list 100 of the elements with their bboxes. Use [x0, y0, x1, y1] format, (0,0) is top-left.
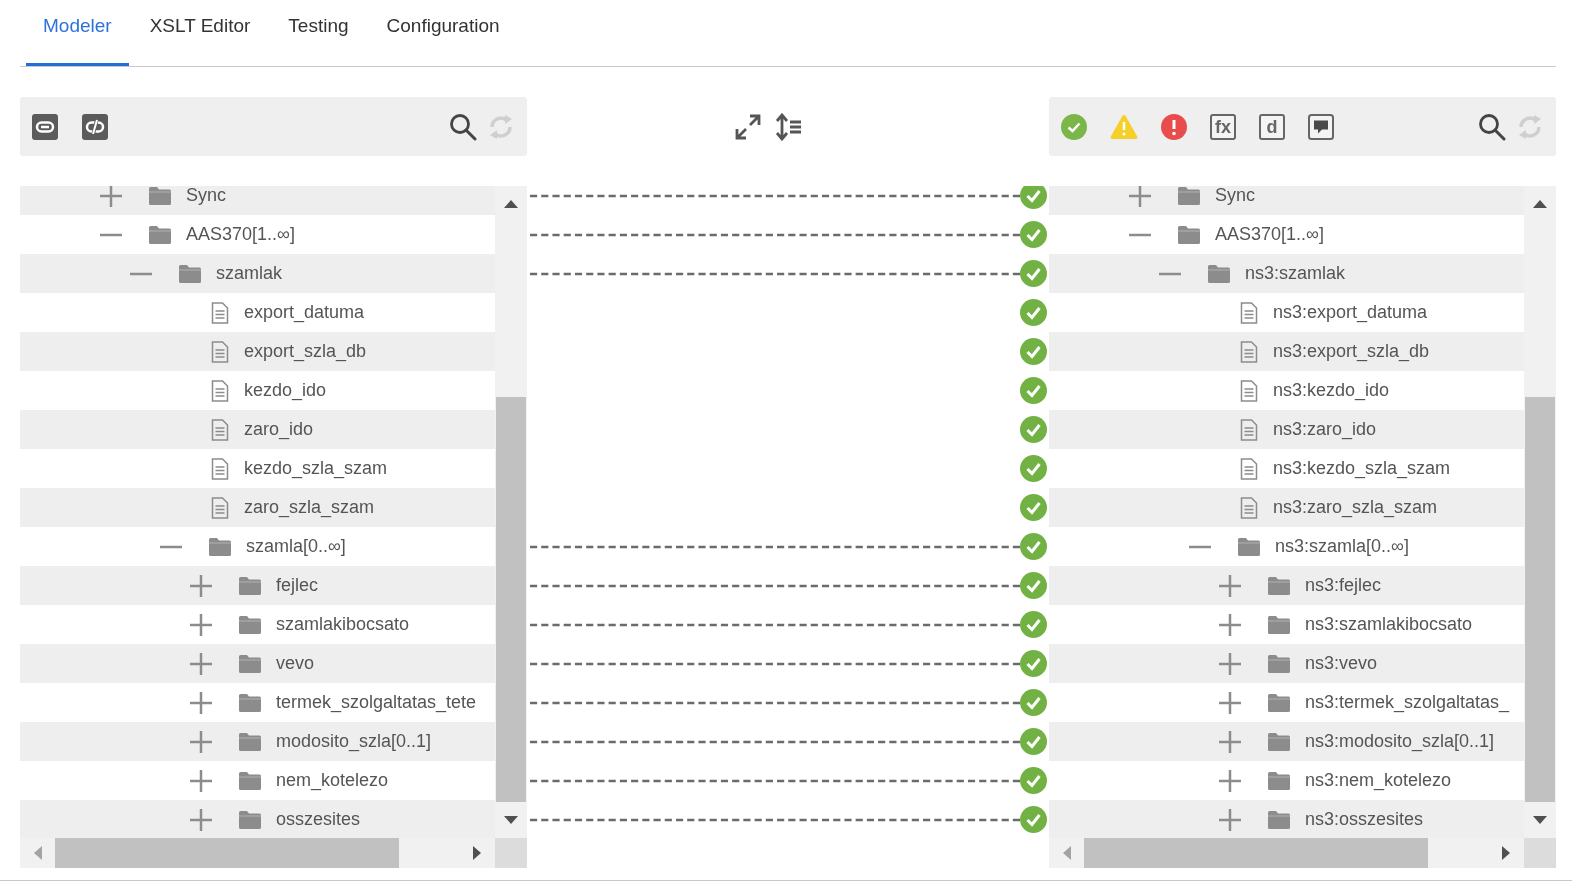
scrollbar-thumb[interactable]	[1525, 397, 1555, 802]
check-circle-icon	[1020, 416, 1047, 443]
node-label: export_szla_db	[244, 340, 367, 364]
node-label: ns3:zaro_ido	[1273, 418, 1377, 442]
check-circle-icon	[1020, 494, 1047, 521]
folder-icon	[238, 770, 262, 791]
scroll-down-icon[interactable]	[1533, 816, 1547, 824]
scroll-down-icon[interactable]	[504, 816, 518, 824]
tree-row[interactable]: export_szla_db	[20, 332, 495, 371]
node-label: szamla[0..∞]	[246, 535, 346, 558]
expand-icon[interactable]	[1219, 769, 1241, 792]
tree-row[interactable]: ns3:osszesites	[1049, 800, 1524, 838]
tree-row[interactable]: Sync	[1049, 186, 1524, 215]
expand-icon[interactable]	[1129, 186, 1151, 207]
check-circle-icon	[1020, 650, 1047, 677]
node-label: zaro_ido	[244, 418, 314, 442]
expand-arrows-icon[interactable]	[734, 112, 762, 141]
tree-row[interactable]: vevo	[20, 644, 495, 683]
tree-row[interactable]: ns3:szamlak	[1049, 254, 1524, 293]
document-icon	[211, 496, 229, 519]
comment-icon[interactable]	[1308, 113, 1334, 140]
node-label: termek_szolgaltatas_tete	[276, 691, 477, 715]
expand-icon[interactable]	[1219, 691, 1241, 714]
expand-icon[interactable]	[1219, 808, 1241, 831]
document-icon	[1240, 418, 1258, 441]
node-label: ns3:termek_szolgaltatas_	[1305, 691, 1510, 715]
tree-row[interactable]: fejlec	[20, 566, 495, 605]
check-circle-icon	[1020, 689, 1047, 716]
node-label: zaro_szla_szam	[244, 496, 375, 520]
check-circle-icon[interactable]	[1061, 113, 1087, 140]
expand-icon[interactable]	[190, 613, 212, 636]
expand-icon[interactable]	[1219, 652, 1241, 675]
expand-icon[interactable]	[190, 808, 212, 831]
scroll-left-icon[interactable]	[33, 846, 42, 860]
expand-icon[interactable]	[190, 730, 212, 753]
check-circle-icon	[1020, 455, 1047, 482]
scrollbar-thumb[interactable]	[55, 838, 399, 868]
expand-icon[interactable]	[190, 574, 212, 597]
scroll-left-icon[interactable]	[1062, 846, 1071, 860]
tree-row[interactable]: ns3:vevo	[1049, 644, 1524, 683]
scrollbar-thumb[interactable]	[1084, 838, 1428, 868]
document-icon	[211, 457, 229, 480]
node-label: osszesites	[276, 808, 361, 831]
scrollbar-thumb[interactable]	[496, 397, 526, 802]
scroll-right-icon[interactable]	[473, 846, 481, 860]
expand-icon[interactable]	[1219, 730, 1241, 753]
scroll-right-icon[interactable]	[1502, 846, 1510, 860]
horizontal-scrollbar[interactable]	[20, 838, 495, 868]
search-icon[interactable]	[1478, 112, 1506, 141]
folder-icon	[1267, 575, 1291, 596]
tree-row[interactable]: ns3:export_szla_db	[1049, 332, 1524, 371]
tree-row[interactable]: ns3:modosito_szla[0..1]	[1049, 722, 1524, 761]
check-circle-icon	[1020, 611, 1047, 638]
expand-icon[interactable]	[1219, 574, 1241, 597]
folder-icon	[148, 186, 172, 206]
expand-icon[interactable]	[190, 691, 212, 714]
tree-row[interactable]: szamlak	[20, 254, 495, 293]
horizontal-scrollbar[interactable]	[1049, 838, 1524, 868]
expand-icon[interactable]	[1219, 613, 1241, 636]
check-circle-icon	[1020, 728, 1047, 755]
error-icon[interactable]	[1161, 113, 1187, 140]
function-button[interactable]: fx	[1210, 113, 1236, 140]
check-circle-icon	[1020, 299, 1047, 326]
tree-row[interactable]: Sync	[20, 186, 495, 215]
tab[interactable]: Modeler	[26, 0, 129, 66]
link-icon[interactable]	[32, 113, 58, 140]
document-icon	[1240, 379, 1258, 402]
check-circle-icon	[1020, 338, 1047, 365]
tree-row[interactable]: modosito_szla[0..1]	[20, 722, 495, 761]
tab[interactable]: Testing	[271, 0, 366, 66]
tree-row[interactable]: zaro_szla_szam	[20, 488, 495, 527]
tab[interactable]: Configuration	[369, 0, 517, 66]
tree-row[interactable]: ns3:zaro_ido	[1049, 410, 1524, 449]
unlink-icon[interactable]	[82, 113, 108, 140]
node-label: ns3:szamlakibocsato	[1305, 613, 1473, 636]
folder-icon	[1177, 186, 1201, 206]
line-spacing-icon[interactable]	[774, 112, 802, 141]
tree-row[interactable]: ns3:fejlec	[1049, 566, 1524, 605]
folder-icon	[1267, 770, 1291, 791]
check-circle-icon	[1020, 533, 1047, 560]
expand-icon[interactable]	[190, 769, 212, 792]
search-icon[interactable]	[449, 112, 477, 141]
vertical-scrollbar[interactable]	[1524, 186, 1556, 838]
node-label: modosito_szla[0..1]	[276, 730, 432, 754]
folder-icon	[1267, 653, 1291, 674]
scroll-up-icon[interactable]	[504, 200, 518, 208]
node-label: ns3:nem_kotelezo	[1305, 769, 1452, 793]
tree-row[interactable]: ns3:zaro_szla_szam	[1049, 488, 1524, 527]
folder-icon	[1177, 224, 1201, 245]
scroll-up-icon[interactable]	[1533, 200, 1547, 208]
expand-icon[interactable]	[100, 186, 122, 207]
warning-icon[interactable]	[1110, 113, 1138, 140]
node-label: export_datuma	[244, 301, 365, 325]
expand-icon[interactable]	[190, 652, 212, 675]
vertical-scrollbar[interactable]	[495, 186, 527, 838]
tree-row[interactable]: zaro_ido	[20, 410, 495, 449]
tree-row[interactable]: osszesites	[20, 800, 495, 838]
document-icon	[211, 418, 229, 441]
tab[interactable]: XSLT Editor	[132, 0, 268, 66]
function-button[interactable]: d	[1259, 113, 1285, 140]
